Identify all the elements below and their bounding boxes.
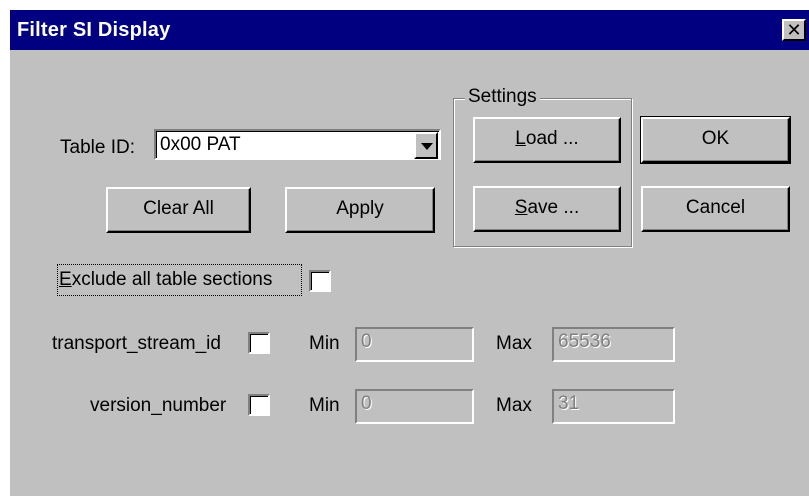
cancel-label: Cancel xyxy=(685,197,746,218)
max-label: Max xyxy=(496,333,532,354)
dialog-body: Table ID: 0x00 PAT Clear All Apply Setti… xyxy=(10,50,809,496)
close-icon[interactable]: ✕ xyxy=(782,19,806,41)
max-label: Max xyxy=(496,395,532,416)
transport-stream-id-min-field[interactable]: 0 xyxy=(355,327,474,362)
cancel-button[interactable]: Cancel xyxy=(641,186,790,232)
filter-name-label: transport_stream_id xyxy=(52,333,221,354)
clear-all-button[interactable]: Clear All xyxy=(106,187,251,233)
title-bar[interactable]: Filter SI Display ✕ xyxy=(10,10,809,50)
apply-label: Apply xyxy=(336,198,384,219)
table-id-selected: 0x00 PAT xyxy=(160,134,241,155)
load-button[interactable]: Load ... xyxy=(473,117,621,163)
save-button[interactable]: Save ... xyxy=(473,186,621,232)
settings-group-label: Settings xyxy=(465,86,540,108)
apply-button[interactable]: Apply xyxy=(285,187,435,233)
filter-si-dialog: Filter SI Display ✕ Table ID: 0x00 PAT C… xyxy=(10,10,809,496)
ok-label: OK xyxy=(701,128,730,149)
version-number-min-field[interactable]: 0 xyxy=(355,389,474,424)
version-number-checkbox[interactable] xyxy=(248,394,270,416)
transport-stream-id-max-field[interactable]: 65536 xyxy=(552,327,675,362)
transport-stream-id-checkbox[interactable] xyxy=(248,332,270,354)
version-number-max-field[interactable]: 31 xyxy=(552,389,675,424)
clear-all-label: Clear All xyxy=(143,198,214,219)
min-label: Min xyxy=(309,395,340,416)
filter-name-label: version_number xyxy=(90,395,227,416)
min-label: Min xyxy=(309,333,340,354)
ok-button[interactable]: OK xyxy=(640,116,791,164)
table-id-dropdown[interactable]: 0x00 PAT xyxy=(154,129,441,160)
save-label: Save ... xyxy=(514,197,580,218)
table-id-label: Table ID: xyxy=(60,137,135,158)
exclude-label[interactable]: Exclude all table sections xyxy=(59,269,272,291)
window-title: Filter SI Display xyxy=(17,19,171,41)
load-label: Load ... xyxy=(515,128,579,149)
exclude-checkbox[interactable] xyxy=(309,270,331,292)
chevron-down-icon[interactable] xyxy=(414,132,438,159)
